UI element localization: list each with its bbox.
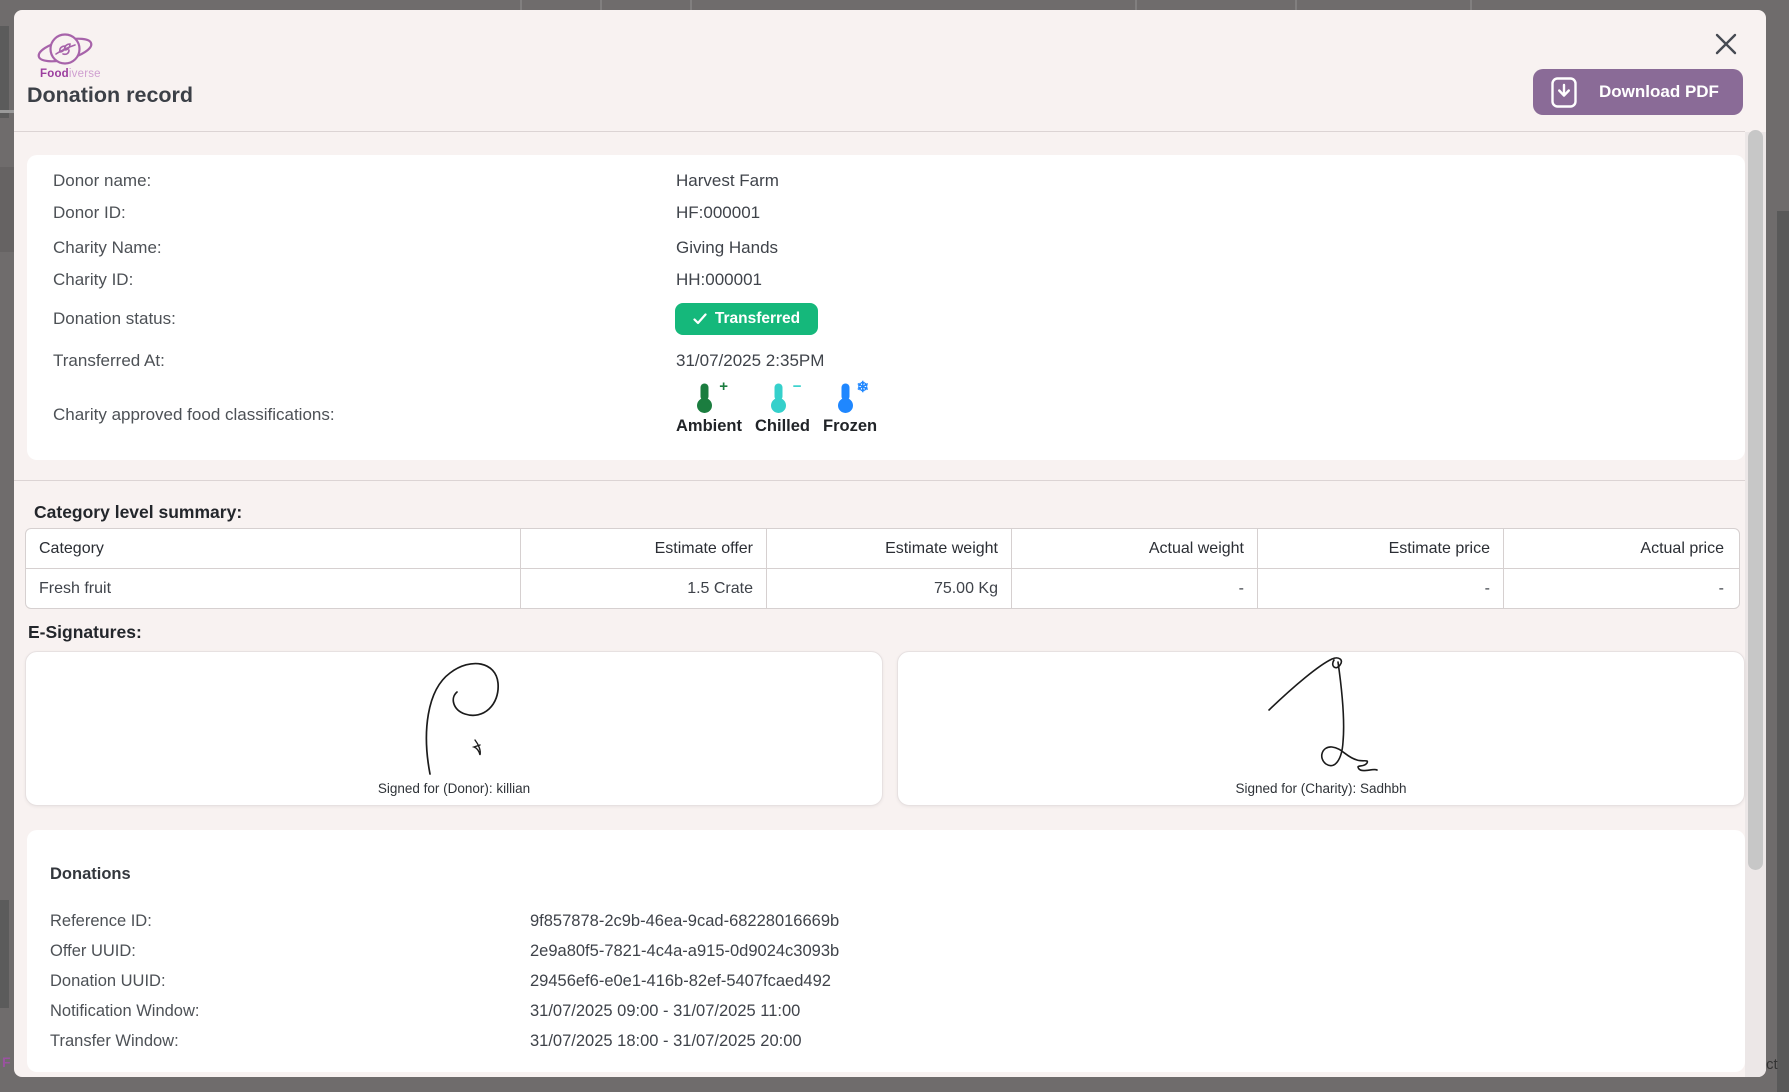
transferred-at-label: Transferred At:	[53, 351, 165, 371]
donor-name-label: Donor name:	[53, 171, 151, 191]
esignatures-heading: E-Signatures:	[28, 622, 142, 643]
column-header-estimate-offer: Estimate offer	[520, 529, 766, 568]
transfer-window-label: Transfer Window:	[50, 1032, 179, 1051]
column-header-actual-price: Actual price	[1503, 529, 1737, 568]
behind-table-border	[690, 0, 692, 10]
notification-window-value: 31/07/2025 09:00 - 31/07/2025 11:00	[530, 1002, 800, 1021]
cell-estimate-offer: 1.5 Crate	[520, 569, 766, 608]
signature-caption-charity: Signed for (Charity): Sadhbh	[898, 781, 1744, 796]
donation-uuid-label: Donation UUID:	[50, 972, 166, 991]
category-summary-table: Category Estimate offer Estimate weight …	[25, 528, 1740, 609]
donation-status-label: Donation status:	[53, 309, 176, 329]
charity-id-value: HH:000001	[676, 270, 762, 290]
column-header-category: Category	[26, 529, 520, 568]
classification-name: Chilled	[755, 417, 810, 436]
classification-chilled: − Chilled	[755, 382, 810, 436]
charity-name-label: Charity Name:	[53, 238, 162, 258]
snowflake-symbol-icon: ❄	[856, 378, 869, 396]
page-title: Donation record	[27, 83, 193, 108]
transfer-window-value: 31/07/2025 18:00 - 31/07/2025 20:00	[530, 1032, 802, 1051]
offer-uuid-label: Offer UUID:	[50, 942, 136, 961]
table-row: Fresh fruit 1.5 Crate 75.00 Kg - - -	[26, 569, 1739, 608]
table-header-row: Category Estimate offer Estimate weight …	[26, 529, 1739, 569]
foodiverse-logo-icon	[36, 28, 94, 72]
section-divider	[14, 480, 1745, 481]
behind-table-border	[600, 0, 602, 10]
download-pdf-button[interactable]: Download PDF	[1533, 69, 1743, 115]
status-badge: Transferred	[675, 303, 818, 335]
thermometer-chilled-icon	[766, 382, 792, 414]
transferred-at-value: 31/07/2025 2:35PM	[676, 351, 824, 371]
charity-name-value: Giving Hands	[676, 238, 778, 258]
reference-id-label: Reference ID:	[50, 912, 152, 931]
donation-uuid-value: 29456ef6-e0e1-416b-82ef-5407fcaed492	[530, 972, 831, 991]
dimmed-footer-text-right: ct	[1766, 1056, 1778, 1073]
classification-frozen: ❄ Frozen	[823, 382, 877, 436]
behind-table-border	[1135, 0, 1137, 10]
notification-window-label: Notification Window:	[50, 1002, 199, 1021]
dimmed-footer-text-left: F	[2, 1054, 11, 1070]
classification-name: Frozen	[823, 417, 877, 436]
foodiverse-wordmark: Foodiverse	[40, 68, 101, 80]
donor-id-value: HF:000001	[676, 203, 760, 223]
thermometer-frozen-icon	[833, 382, 859, 414]
category-summary-heading: Category level summary:	[34, 502, 242, 523]
behind-content-block	[0, 167, 14, 252]
thermometer-ambient-icon	[692, 382, 718, 414]
cell-category: Fresh fruit	[26, 569, 520, 608]
close-icon	[1715, 33, 1737, 55]
donor-id-label: Donor ID:	[53, 203, 126, 223]
donor-name-value: Harvest Farm	[676, 171, 779, 191]
page-scrollbar[interactable]	[1777, 211, 1789, 1092]
cell-actual-weight: -	[1011, 569, 1257, 608]
offer-uuid-value: 2e9a80f5-7821-4c4a-a915-0d9024c3093b	[530, 942, 839, 961]
behind-content-divider	[0, 110, 14, 113]
charity-id-label: Charity ID:	[53, 270, 133, 290]
close-button[interactable]	[1709, 27, 1743, 61]
download-pdf-label: Download PDF	[1599, 82, 1719, 102]
brand-light: iverse	[69, 68, 101, 80]
column-header-estimate-price: Estimate price	[1257, 529, 1503, 568]
behind-table-border	[1295, 0, 1297, 10]
classifications-label: Charity approved food classifications:	[53, 405, 335, 425]
status-badge-label: Transferred	[715, 310, 800, 328]
donations-heading: Donations	[50, 865, 131, 884]
download-file-icon	[1551, 77, 1577, 108]
cell-estimate-weight: 75.00 Kg	[766, 569, 1011, 608]
plus-symbol-icon: +	[719, 378, 728, 395]
column-header-actual-weight: Actual weight	[1011, 529, 1257, 568]
header-divider	[14, 131, 1745, 132]
behind-content-block	[0, 26, 9, 118]
check-icon	[693, 313, 707, 325]
column-header-estimate-weight: Estimate weight	[766, 529, 1011, 568]
reference-id-value: 9f857878-2c9b-46ea-9cad-68228016669b	[530, 912, 839, 931]
brand-bold: Food	[40, 68, 69, 80]
cell-estimate-price: -	[1257, 569, 1503, 608]
classification-ambient: + Ambient	[676, 382, 742, 436]
signature-box-charity: Signed for (Charity): Sadhbh	[897, 651, 1745, 806]
signature-box-donor: Signed for (Donor): killian	[25, 651, 883, 806]
behind-table-border	[1470, 0, 1472, 10]
classification-name: Ambient	[676, 417, 742, 436]
behind-table-border	[520, 0, 522, 10]
donations-card: Donations Reference ID: 9f857878-2c9b-46…	[27, 830, 1745, 1072]
donation-record-modal: Foodiverse Donation record Download PDF …	[14, 10, 1766, 1077]
cell-actual-price: -	[1503, 569, 1737, 608]
signature-caption-donor: Signed for (Donor): killian	[26, 781, 882, 796]
minus-symbol-icon: −	[793, 378, 802, 395]
behind-content-block	[0, 900, 9, 1008]
modal-scrollbar-thumb[interactable]	[1748, 130, 1763, 870]
classifications-row: + Ambient − Chilled	[676, 382, 877, 436]
donation-summary-card: Donor name: Harvest Farm Donor ID: HF:00…	[27, 155, 1745, 460]
